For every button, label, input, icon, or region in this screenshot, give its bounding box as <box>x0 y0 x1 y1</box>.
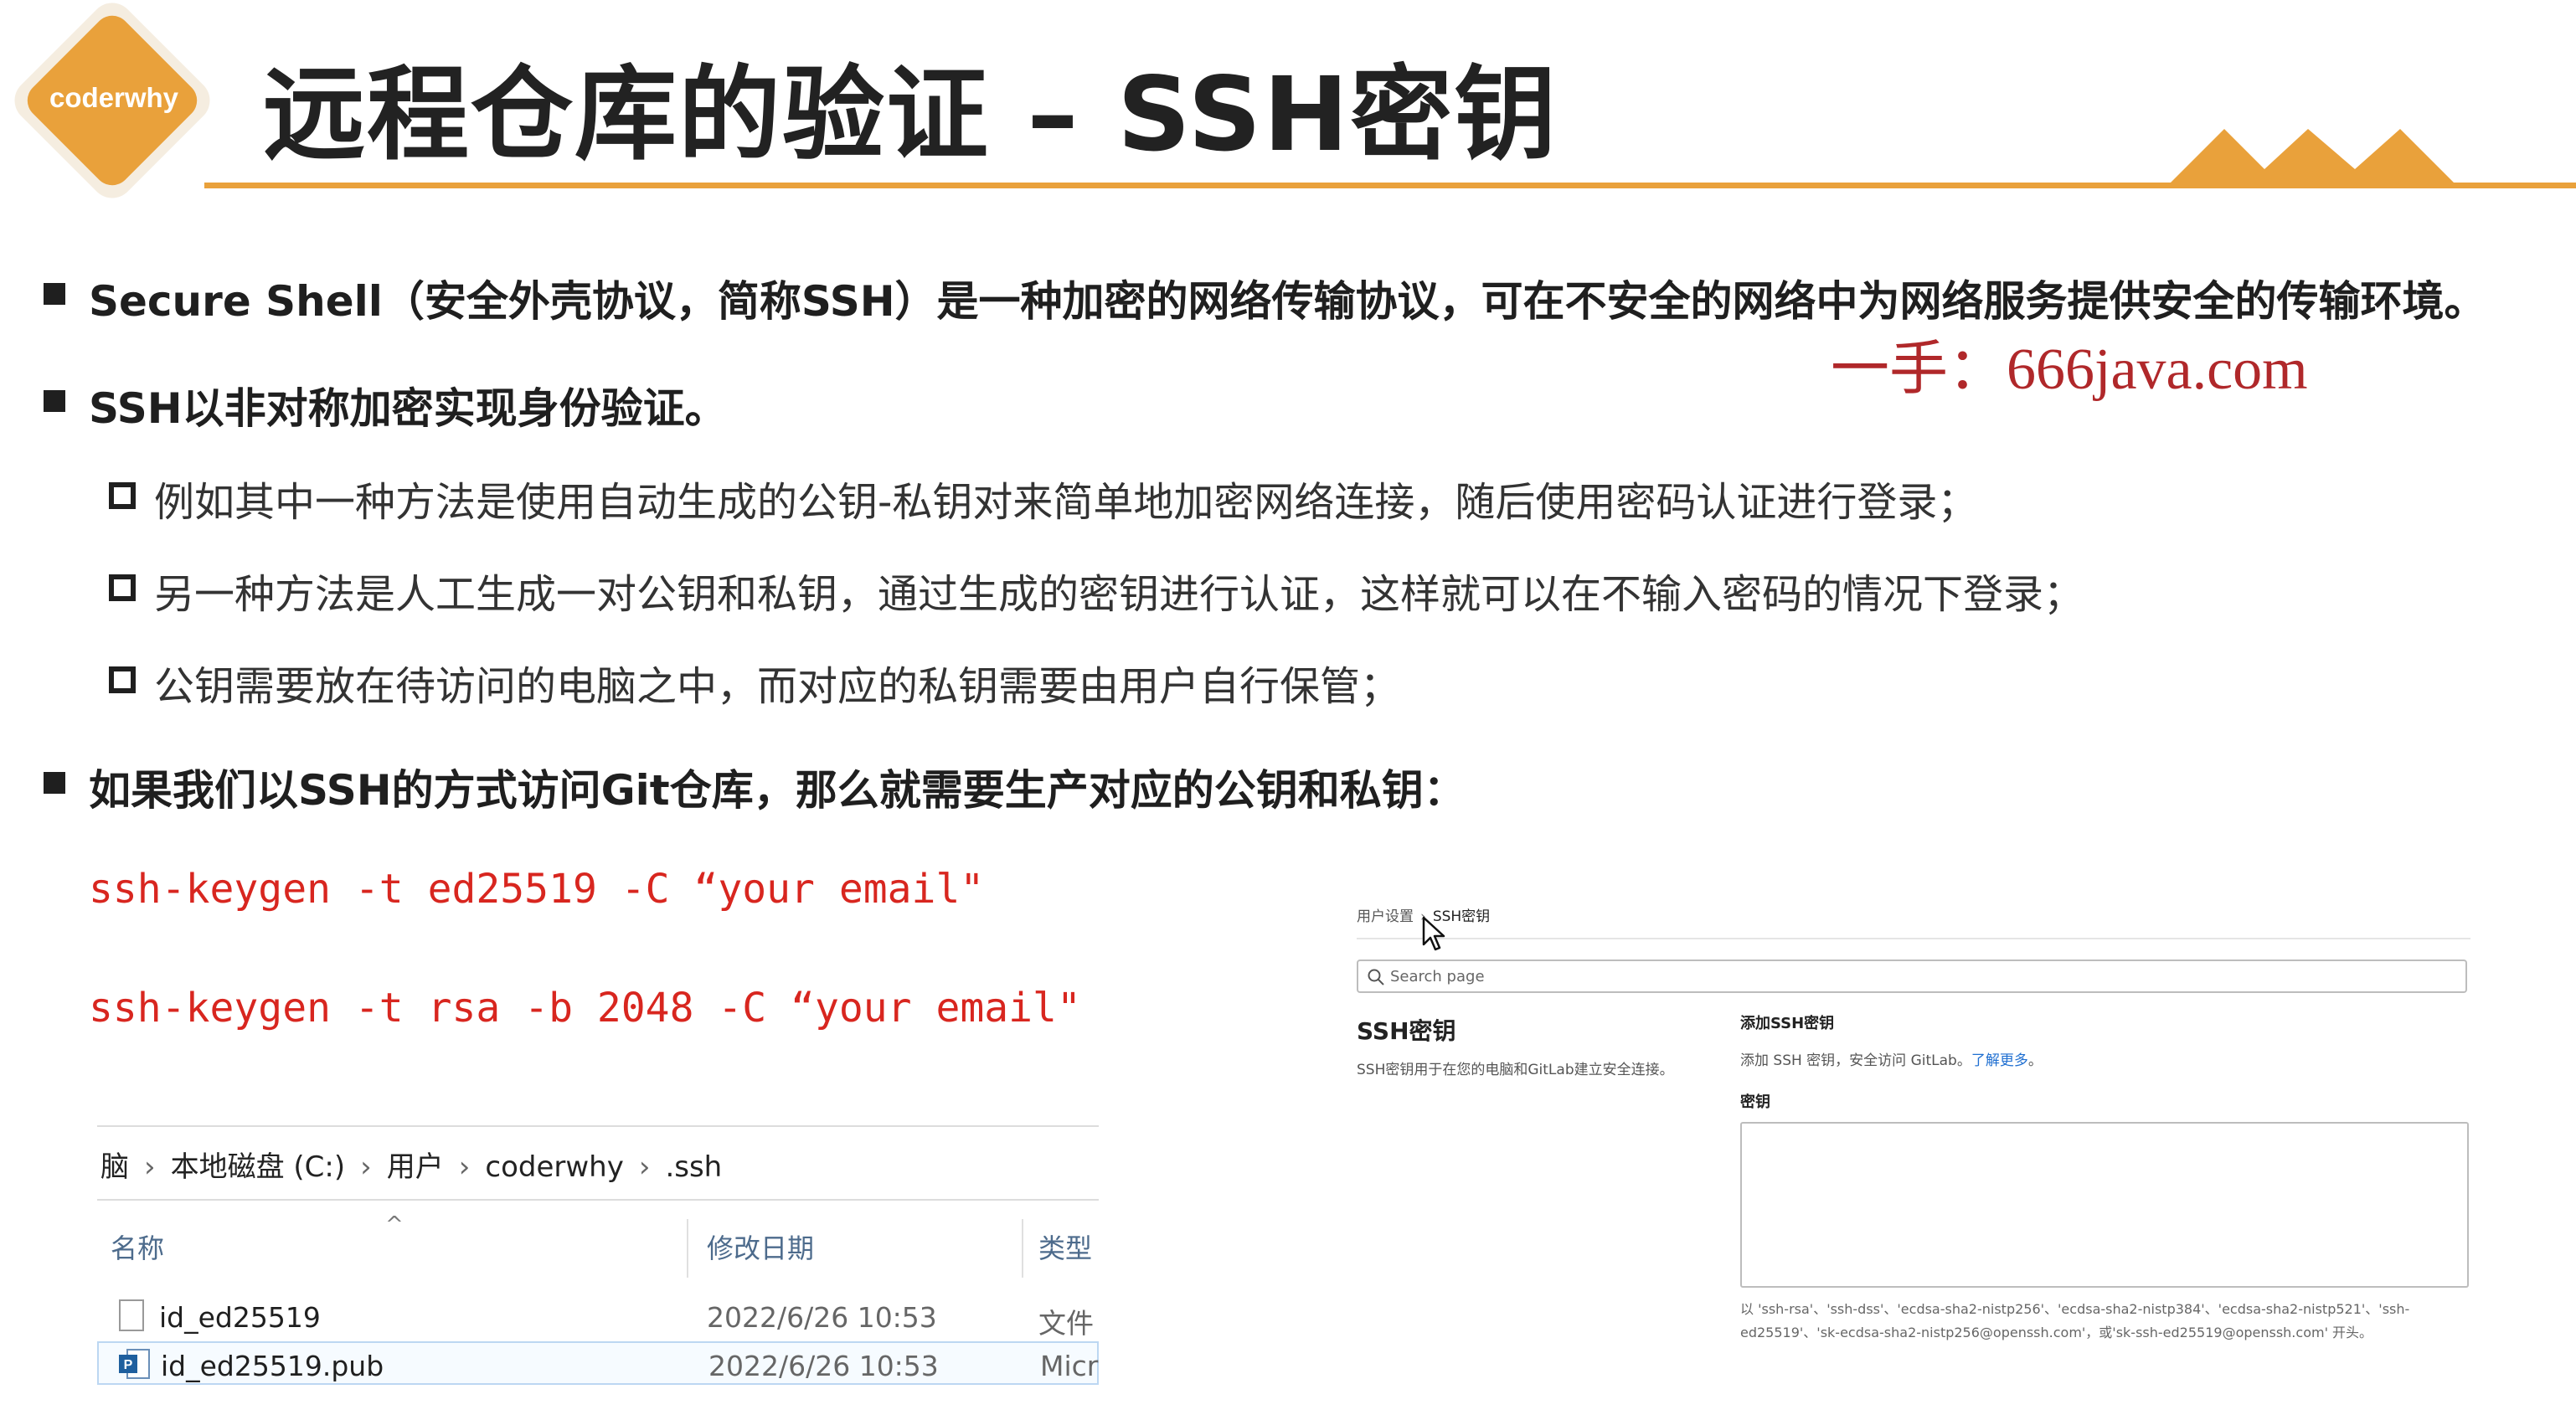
svg-text:P: P <box>124 1358 133 1372</box>
mountains-decoration <box>2166 129 2459 188</box>
key-textarea[interactable] <box>1740 1122 2469 1288</box>
square-bullet-icon <box>44 772 65 794</box>
file-row-selected[interactable]: P id_ed25519.pub 2022/6/26 10:53 Micr <box>97 1341 1099 1385</box>
explorer-breadcrumb: 脑 › 本地磁盘 (C:) › 用户 › coderwhy › .ssh <box>100 1144 722 1185</box>
title-underline <box>204 183 2576 188</box>
hollow-square-bullet-icon <box>109 482 136 509</box>
file-type: 文件 <box>1038 1307 1094 1340</box>
file-type: Micr <box>1040 1350 1099 1382</box>
file-icon <box>119 1299 144 1331</box>
gitlab-ssh-keys-screenshot: 用户设置›SSH密钥 Search page SSH密钥 SSH密钥用于在您的电… <box>1357 901 2470 1370</box>
square-bullet-icon <box>44 390 65 412</box>
command-rsa: ssh-keygen -t rsa -b 2048 -C “your email… <box>89 985 1081 1032</box>
page-title: 远程仓库的验证 – SSH密钥 <box>263 55 1558 174</box>
divider <box>97 1199 1099 1201</box>
search-input[interactable]: Search page <box>1357 960 2467 993</box>
file-modified: 2022/6/26 10:53 <box>708 1350 939 1382</box>
column-divider[interactable] <box>687 1219 688 1278</box>
learn-more-link[interactable]: 了解更多 <box>1971 1052 2028 1069</box>
bullet-text: Secure Shell（安全外壳协议，简称SSH）是一种加密的网络传输协议，可… <box>89 277 2486 326</box>
hollow-square-bullet-icon <box>109 574 136 601</box>
command-ed25519: ssh-keygen -t ed25519 -C “your email" <box>89 866 985 913</box>
breadcrumb-item[interactable]: coderwhy <box>485 1150 623 1184</box>
divider <box>97 1125 1099 1127</box>
file-explorer-screenshot: 脑 › 本地磁盘 (C:) › 用户 › coderwhy › .ssh ^ 名称 修改日期 类… <box>97 1125 1099 1420</box>
file-name: id_ed25519.pub <box>161 1350 384 1382</box>
breadcrumb-user-settings[interactable]: 用户设置 <box>1357 908 1414 925</box>
chevron-right-icon: › <box>144 1150 156 1184</box>
breadcrumb-item[interactable]: 用户 <box>387 1150 444 1184</box>
sub-bullet-text: 例如其中一种方法是使用自动生成的公钥-私钥对来简单地加密网络连接，随后使用密码认… <box>154 479 1978 526</box>
breadcrumb-item[interactable]: .ssh <box>665 1150 722 1184</box>
sub-bullet-text: 公钥需要放在待访问的电脑之中，而对应的私钥需要由用户自行保管； <box>154 663 1401 710</box>
chevron-right-icon: › <box>638 1150 651 1184</box>
file-name: id_ed25519 <box>159 1301 321 1334</box>
key-help-text: 以 'ssh-rsa'、'ssh-dss'、'ecdsa-sha2-nistp2… <box>1740 1301 2410 1340</box>
sub-bullet-text: 另一种方法是人工生成一对公钥和私钥，通过生成的密钥进行认证，这样就可以在不输入密… <box>154 571 2084 618</box>
section-description: SSH密钥用于在您的电脑和GitLab建立安全连接。 <box>1357 1062 1674 1078</box>
add-key-description: 添加 SSH 密钥，安全访问 GitLab。了解更多。 <box>1740 1048 2043 1069</box>
file-row[interactable]: id_ed25519 2022/6/26 10:53 文件 <box>97 1294 1099 1340</box>
sort-ascending-icon: ^ <box>385 1212 404 1237</box>
breadcrumb-item[interactable]: 本地磁盘 (C:) <box>171 1150 346 1184</box>
column-header-modified[interactable]: 修改日期 <box>707 1227 814 1266</box>
search-icon <box>1368 969 1384 985</box>
hollow-square-bullet-icon <box>109 666 136 693</box>
divider <box>1357 938 2470 939</box>
column-header-type[interactable]: 类型 <box>1038 1227 1092 1266</box>
publisher-file-icon: P <box>119 1349 150 1379</box>
square-bullet-icon <box>44 283 65 305</box>
search-placeholder: Search page <box>1390 968 1485 985</box>
breadcrumb-item[interactable]: 脑 <box>100 1150 129 1184</box>
chevron-right-icon: › <box>360 1150 372 1184</box>
add-key-title: 添加SSH密钥 <box>1740 1015 1835 1032</box>
column-header-name[interactable]: 名称 <box>111 1227 164 1266</box>
bullet-text: 如果我们以SSH的方式访问Git仓库，那么就需要生产对应的公钥和私钥： <box>89 766 1466 815</box>
watermark-text: 一手：666java.com <box>1831 337 2308 402</box>
column-divider[interactable] <box>1022 1219 1023 1278</box>
key-label: 密钥 <box>1740 1093 1770 1111</box>
period: 。 <box>2027 1052 2043 1069</box>
add-key-description-text: 添加 SSH 密钥，安全访问 GitLab。 <box>1740 1052 1971 1069</box>
file-modified: 2022/6/26 10:53 <box>707 1301 937 1334</box>
logo-text: coderwhy <box>49 82 179 113</box>
bullet-text: SSH以非对称加密实现身份验证。 <box>89 384 727 433</box>
mouse-cursor-icon <box>1422 916 1445 951</box>
chevron-right-icon: › <box>458 1150 471 1184</box>
section-title: SSH密钥 <box>1357 1017 1456 1045</box>
